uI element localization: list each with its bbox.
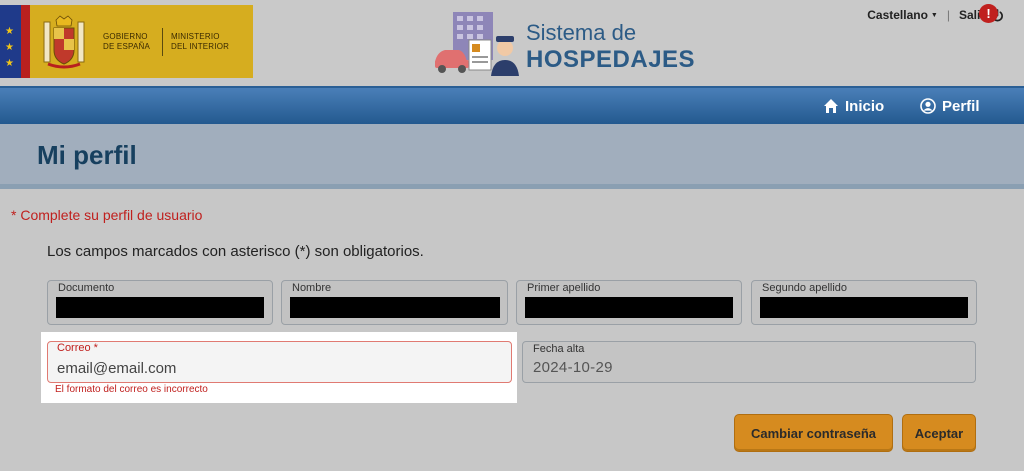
- documento-label: Documento: [58, 282, 115, 294]
- nav-profile-label: Perfil: [942, 97, 980, 115]
- menu-separator: |: [946, 8, 950, 22]
- system-title: Sistema de HOSPEDAJES: [526, 20, 695, 74]
- nav-profile[interactable]: Perfil: [920, 88, 980, 124]
- change-password-button[interactable]: Cambiar contraseña: [734, 414, 893, 452]
- page-title-band: Mi perfil: [0, 124, 1024, 187]
- segundo-apellido-field[interactable]: Segundo apellido: [751, 280, 977, 325]
- segundo-apellido-redacted: [760, 297, 968, 318]
- main-navbar: Inicio Perfil: [0, 86, 1024, 124]
- fecha-alta-label: Fecha alta: [533, 343, 585, 355]
- nombre-label: Nombre: [292, 282, 332, 294]
- correo-label: Correo *: [57, 342, 98, 354]
- nombre-field[interactable]: Nombre: [281, 280, 508, 325]
- gobierno-label: GOBIERNO DE ESPAÑA: [103, 32, 150, 51]
- nav-home-label: Inicio: [845, 97, 885, 115]
- primer-apellido-field[interactable]: Primer apellido: [516, 280, 742, 325]
- user-circle-icon: [920, 98, 936, 114]
- ministerio-label: MINISTERIO DEL INTERIOR: [171, 32, 230, 51]
- caret-down-icon: ▼: [930, 11, 938, 19]
- eu-flag-strip: ★ ★ ★: [0, 5, 30, 78]
- logo-divider: [162, 28, 163, 56]
- segundo-apellido-label: Segundo apellido: [762, 282, 848, 294]
- coat-of-arms-icon: [43, 15, 85, 69]
- system-title-line1: Sistema de: [526, 20, 637, 45]
- alert-badge[interactable]: !: [979, 4, 998, 23]
- header: ★ ★ ★ GOBIERNO DE ESPAÑA MINISTERIO DEL …: [0, 0, 1024, 86]
- fecha-alta-value: 2024-10-29: [533, 359, 613, 376]
- language-selector[interactable]: Castellano ▼: [867, 8, 938, 22]
- nombre-redacted: [290, 297, 500, 318]
- nav-home[interactable]: Inicio: [823, 88, 884, 124]
- documento-redacted: [56, 297, 264, 318]
- profile-notice: * Complete su perfil de usuario: [11, 207, 203, 223]
- documento-field[interactable]: Documento: [47, 280, 273, 325]
- correo-field[interactable]: Correo *: [47, 341, 512, 383]
- primer-apellido-redacted: [525, 297, 733, 318]
- required-fields-note: Los campos marcados con asterisco (*) so…: [47, 243, 424, 260]
- fecha-alta-field: Fecha alta 2024-10-29: [522, 341, 976, 383]
- primer-apellido-label: Primer apellido: [527, 282, 601, 294]
- system-title-line2: HOSPEDAJES: [526, 46, 696, 73]
- language-label: Castellano: [867, 8, 928, 22]
- correo-input[interactable]: [57, 358, 497, 378]
- accept-button[interactable]: Aceptar: [902, 414, 976, 452]
- page-title: Mi perfil: [37, 140, 137, 170]
- home-icon: [824, 99, 838, 113]
- hospedajes-logo-icon: [435, 12, 519, 76]
- correo-error-message: El formato del correo es incorrecto: [55, 384, 208, 395]
- email-panel: Correo * El formato del correo es incorr…: [41, 332, 517, 403]
- gobierno-espana-logo: ★ ★ ★ GOBIERNO DE ESPAÑA MINISTERIO DEL …: [0, 5, 253, 78]
- title-band-underline: [0, 184, 1024, 189]
